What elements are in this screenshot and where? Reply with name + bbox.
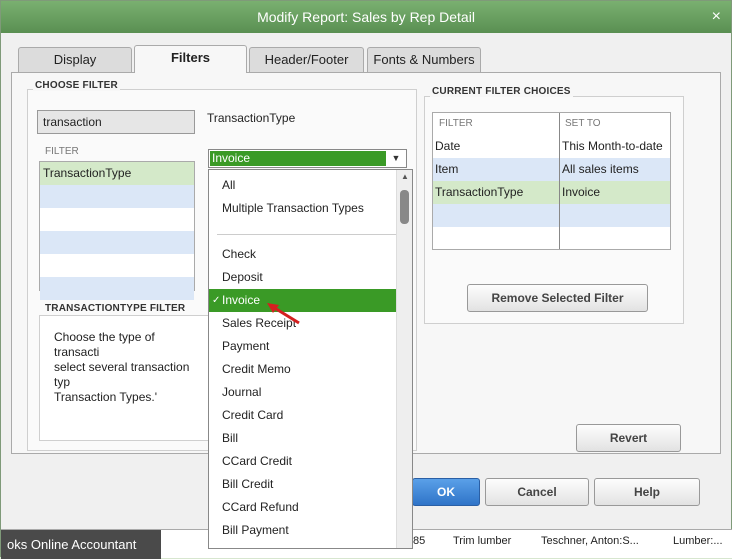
background-cell: Teschner, Anton:S... bbox=[541, 535, 639, 547]
filter-column-header: FILTER bbox=[45, 146, 79, 157]
cell-filter: Item bbox=[435, 162, 459, 176]
tab-header-footer[interactable]: Header/Footer bbox=[249, 47, 364, 73]
filter-description: Choose the type of transacti select seve… bbox=[39, 315, 209, 441]
dropdown-item-credit-card[interactable]: Credit Card bbox=[209, 404, 398, 427]
arrow-pointer-icon bbox=[267, 303, 300, 325]
tab-display[interactable]: Display bbox=[18, 47, 132, 73]
list-item[interactable] bbox=[40, 254, 194, 277]
cell-set-to: This Month-to-date bbox=[562, 139, 663, 153]
close-icon[interactable]: × bbox=[712, 1, 721, 33]
table-row[interactable]: Date This Month-to-date bbox=[433, 135, 670, 158]
dropdown-item-all[interactable]: All bbox=[209, 174, 398, 197]
cell-set-to: Invoice bbox=[562, 185, 601, 199]
tab-header-footer-label: Header/Footer bbox=[264, 52, 349, 67]
revert-button[interactable]: Revert bbox=[576, 424, 681, 452]
column-header-set-to: SET TO bbox=[565, 118, 601, 129]
tab-fonts-numbers[interactable]: Fonts & Numbers bbox=[367, 47, 481, 73]
dropdown-item-invoice-label: Invoice bbox=[222, 293, 261, 307]
list-item[interactable] bbox=[40, 208, 194, 231]
list-item[interactable]: TransactionType bbox=[40, 162, 194, 185]
background-cell: Trim lumber bbox=[453, 535, 512, 547]
dropdown-item-payment[interactable]: Payment bbox=[209, 335, 398, 358]
background-cell: Lumber:... bbox=[673, 535, 723, 547]
scrollbar-thumb[interactable] bbox=[400, 190, 409, 224]
dropdown-item-invoice[interactable]: ✓ Invoice bbox=[209, 289, 398, 312]
dropdown-item-deposit[interactable]: Deposit bbox=[209, 266, 398, 289]
list-item[interactable] bbox=[40, 277, 194, 300]
table-row[interactable] bbox=[433, 204, 670, 227]
column-header-filter: FILTER bbox=[439, 118, 473, 129]
dropdown-item-credit-memo[interactable]: Credit Memo bbox=[209, 358, 398, 381]
chevron-down-icon[interactable]: ▼ bbox=[388, 150, 404, 167]
transaction-type-select-value: Invoice bbox=[210, 151, 386, 166]
dropdown-item-bill[interactable]: Bill bbox=[209, 427, 398, 450]
window-title: Modify Report: Sales by Rep Detail bbox=[257, 9, 475, 25]
dropdown-item-ccard-refund[interactable]: CCard Refund bbox=[209, 496, 398, 519]
list-item[interactable] bbox=[40, 185, 194, 208]
transactiontype-filter-title: TRANSACTIONTYPE FILTER bbox=[45, 303, 186, 314]
choose-filter-title: CHOOSE FILTER bbox=[33, 80, 120, 91]
table-row[interactable] bbox=[433, 227, 670, 250]
cancel-button[interactable]: Cancel bbox=[485, 478, 589, 506]
dropdown-item-ccard-credit[interactable]: CCard Credit bbox=[209, 450, 398, 473]
tab-fonts-numbers-label: Fonts & Numbers bbox=[373, 52, 475, 67]
filter-list: TransactionType bbox=[39, 161, 195, 300]
current-filter-title: CURRENT FILTER CHOICES bbox=[430, 86, 573, 97]
dropdown-item-multiple[interactable]: Multiple Transaction Types bbox=[209, 197, 398, 220]
transaction-type-select[interactable]: Invoice ▼ bbox=[208, 149, 407, 168]
background-cell: 85 bbox=[413, 535, 426, 547]
transaction-type-label: TransactionType bbox=[207, 111, 296, 125]
dropdown-scrollbar[interactable]: ▲ bbox=[396, 170, 412, 548]
title-bar[interactable]: Modify Report: Sales by Rep Detail × bbox=[1, 1, 731, 33]
tab-display-label: Display bbox=[53, 52, 97, 67]
remove-selected-filter-button[interactable]: Remove Selected Filter bbox=[467, 284, 648, 312]
dropdown-item-journal[interactable]: Journal bbox=[209, 381, 398, 404]
scroll-up-icon[interactable]: ▲ bbox=[397, 172, 412, 181]
modify-report-window: Modify Report: Sales by Rep Detail × Dis… bbox=[0, 0, 732, 559]
table-row[interactable]: TransactionType Invoice bbox=[433, 181, 670, 204]
dropdown-item-bill-payment[interactable]: Bill Payment bbox=[209, 519, 398, 542]
dropdown-item-bill-credit[interactable]: Bill Credit bbox=[209, 473, 398, 496]
ok-button[interactable]: OK bbox=[412, 478, 480, 506]
dropdown-separator bbox=[217, 234, 397, 235]
dropdown-item-check[interactable]: Check bbox=[209, 243, 398, 266]
cell-filter: Date bbox=[435, 139, 461, 153]
app-label[interactable]: oks Online Accountant bbox=[1, 530, 161, 559]
current-filter-table: FILTER SET TO Date This Month-to-date It… bbox=[432, 112, 671, 250]
checkmark-icon: ✓ bbox=[212, 295, 221, 306]
dropdown-item-sales-receipt[interactable]: Sales Receipt bbox=[209, 312, 398, 335]
cell-set-to: All sales items bbox=[562, 162, 639, 176]
list-item[interactable] bbox=[40, 231, 194, 254]
column-divider[interactable] bbox=[559, 113, 560, 249]
table-row[interactable]: Item All sales items bbox=[433, 158, 670, 181]
transaction-type-dropdown[interactable]: All Multiple Transaction Types Check Dep… bbox=[208, 169, 413, 549]
filter-search-input[interactable]: transaction bbox=[37, 110, 195, 134]
cell-filter: TransactionType bbox=[435, 185, 524, 199]
help-button[interactable]: Help bbox=[594, 478, 700, 506]
tab-filters[interactable]: Filters bbox=[134, 45, 247, 73]
tab-filters-label: Filters bbox=[170, 50, 210, 65]
